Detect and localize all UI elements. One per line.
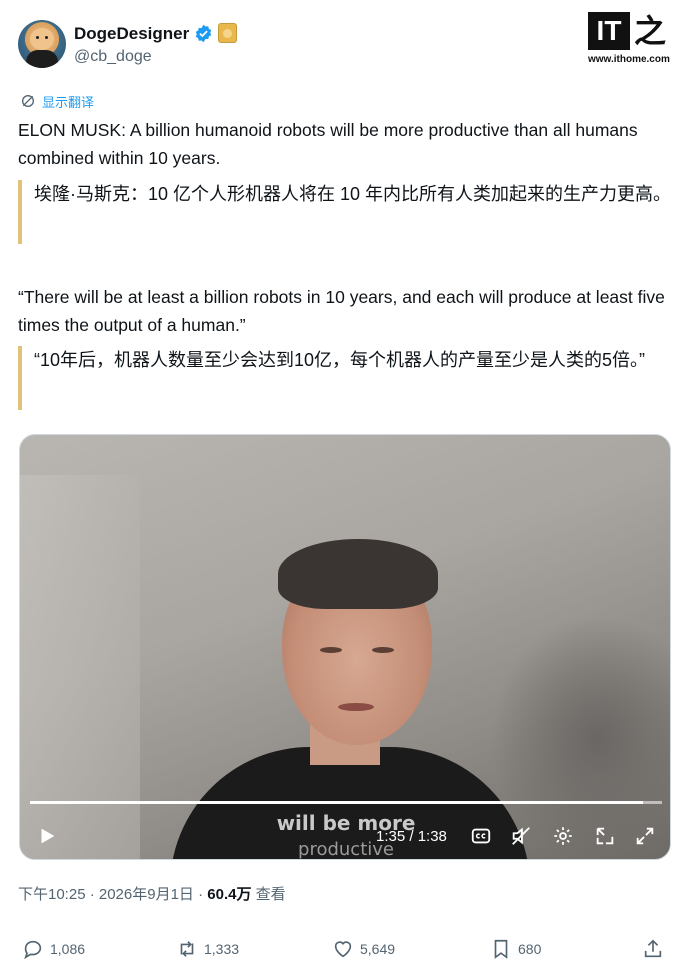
tweet-text-paragraph-2: “There will be at least a billion robots…	[18, 287, 665, 335]
fullscreen-icon	[636, 827, 654, 845]
show-translation-label[interactable]: 显示翻译	[42, 92, 94, 111]
video-progress-fill	[30, 801, 644, 804]
avatar[interactable]	[18, 20, 66, 68]
author-name[interactable]: DogeDesigner	[74, 24, 189, 44]
video-time: 1:35 / 1:38	[376, 828, 447, 845]
tweet-timestamp[interactable]: 下午10:25 · 2026年9月1日 ·	[18, 886, 207, 903]
share-button[interactable]	[642, 938, 664, 960]
captions-button[interactable]	[470, 825, 492, 849]
mute-button[interactable]	[510, 825, 532, 849]
settings-button[interactable]	[552, 825, 574, 849]
heart-icon	[334, 941, 352, 958]
translation-quote-1: 埃隆·马斯克：10 亿个人形机器人将在 10 年内比所有人类加起来的生产力更高。	[18, 180, 678, 244]
play-icon	[41, 828, 55, 844]
video-person-mouth	[338, 703, 374, 711]
fullscreen-button[interactable]	[634, 825, 656, 849]
reply-count: 1,086	[50, 941, 86, 957]
watermark-url: www.ithome.com	[588, 54, 670, 65]
bookmark-button[interactable]: 680	[490, 938, 541, 960]
video-person-eye	[320, 647, 342, 653]
like-count: 5,649	[360, 941, 396, 957]
like-button[interactable]: 5,649	[332, 938, 395, 960]
picture-in-picture-button[interactable]	[594, 825, 616, 849]
doge-badge-icon	[218, 23, 237, 43]
tweet-header: DogeDesigner @cb_doge	[18, 18, 670, 72]
views-label: 查看	[251, 886, 286, 903]
show-translation-link[interactable]: 显示翻译	[20, 91, 94, 111]
views-count: 60.4万	[207, 886, 252, 903]
tweet-actions: 1,086 1,333 5,649 680	[18, 938, 670, 968]
repost-icon	[180, 941, 194, 957]
tweet-meta: 下午10:25 · 2026年9月1日 · 60.4万 查看	[18, 883, 286, 904]
reply-button[interactable]: 1,086	[22, 938, 85, 960]
bookmark-icon	[494, 939, 508, 959]
translation-quote-2: “10年后，机器人数量至少会达到10亿，每个机器人的产量至少是人类的5倍。”	[18, 346, 678, 410]
captions-icon	[471, 828, 491, 844]
verified-badge-icon	[195, 24, 212, 43]
video-person-eye	[372, 647, 394, 653]
video-progress-bar[interactable]	[30, 801, 662, 804]
ithome-logo-glyph: 之	[634, 13, 667, 49]
video-person-hair	[278, 539, 438, 609]
bookmark-count: 680	[518, 941, 542, 957]
play-button[interactable]	[36, 825, 56, 849]
translate-icon	[22, 95, 34, 107]
watermark-logo: IT 之 www.ithome.com	[588, 12, 680, 68]
tweet-text-paragraph-1: ELON MUSK: A billion humanoid robots wil…	[18, 120, 638, 168]
reply-icon	[24, 940, 42, 960]
share-icon	[644, 939, 662, 958]
author-handle[interactable]: @cb_doge	[74, 48, 152, 66]
repost-button[interactable]: 1,333	[176, 938, 239, 960]
ithome-logo-icon: IT	[588, 12, 630, 50]
repost-count: 1,333	[204, 941, 240, 957]
video-player[interactable]: will be more productive 1:35 / 1:38	[19, 434, 671, 860]
picture-in-picture-icon	[596, 827, 614, 845]
muted-speaker-icon	[512, 827, 530, 845]
gear-icon	[554, 827, 572, 845]
